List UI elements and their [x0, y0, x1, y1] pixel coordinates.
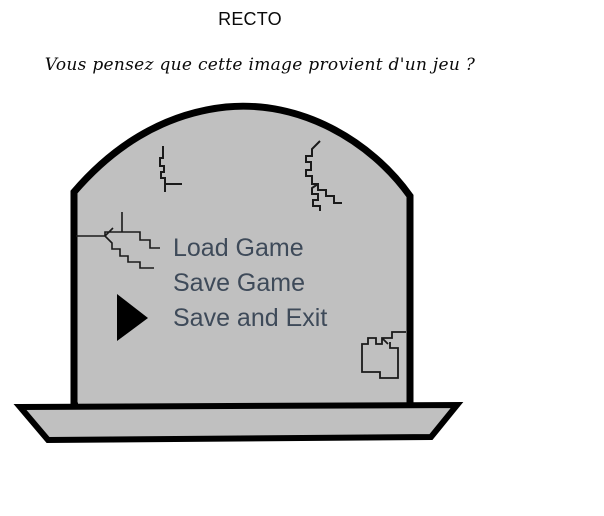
menu-item-load-game[interactable]: Load Game — [173, 234, 304, 262]
menu-item-save-game[interactable]: Save Game — [173, 269, 305, 297]
menu-item-save-and-exit[interactable]: Save and Exit — [173, 304, 327, 332]
image-canvas: RECTO Vous pensez que cette image provie… — [0, 0, 604, 516]
tombstone-base — [13, 401, 464, 444]
